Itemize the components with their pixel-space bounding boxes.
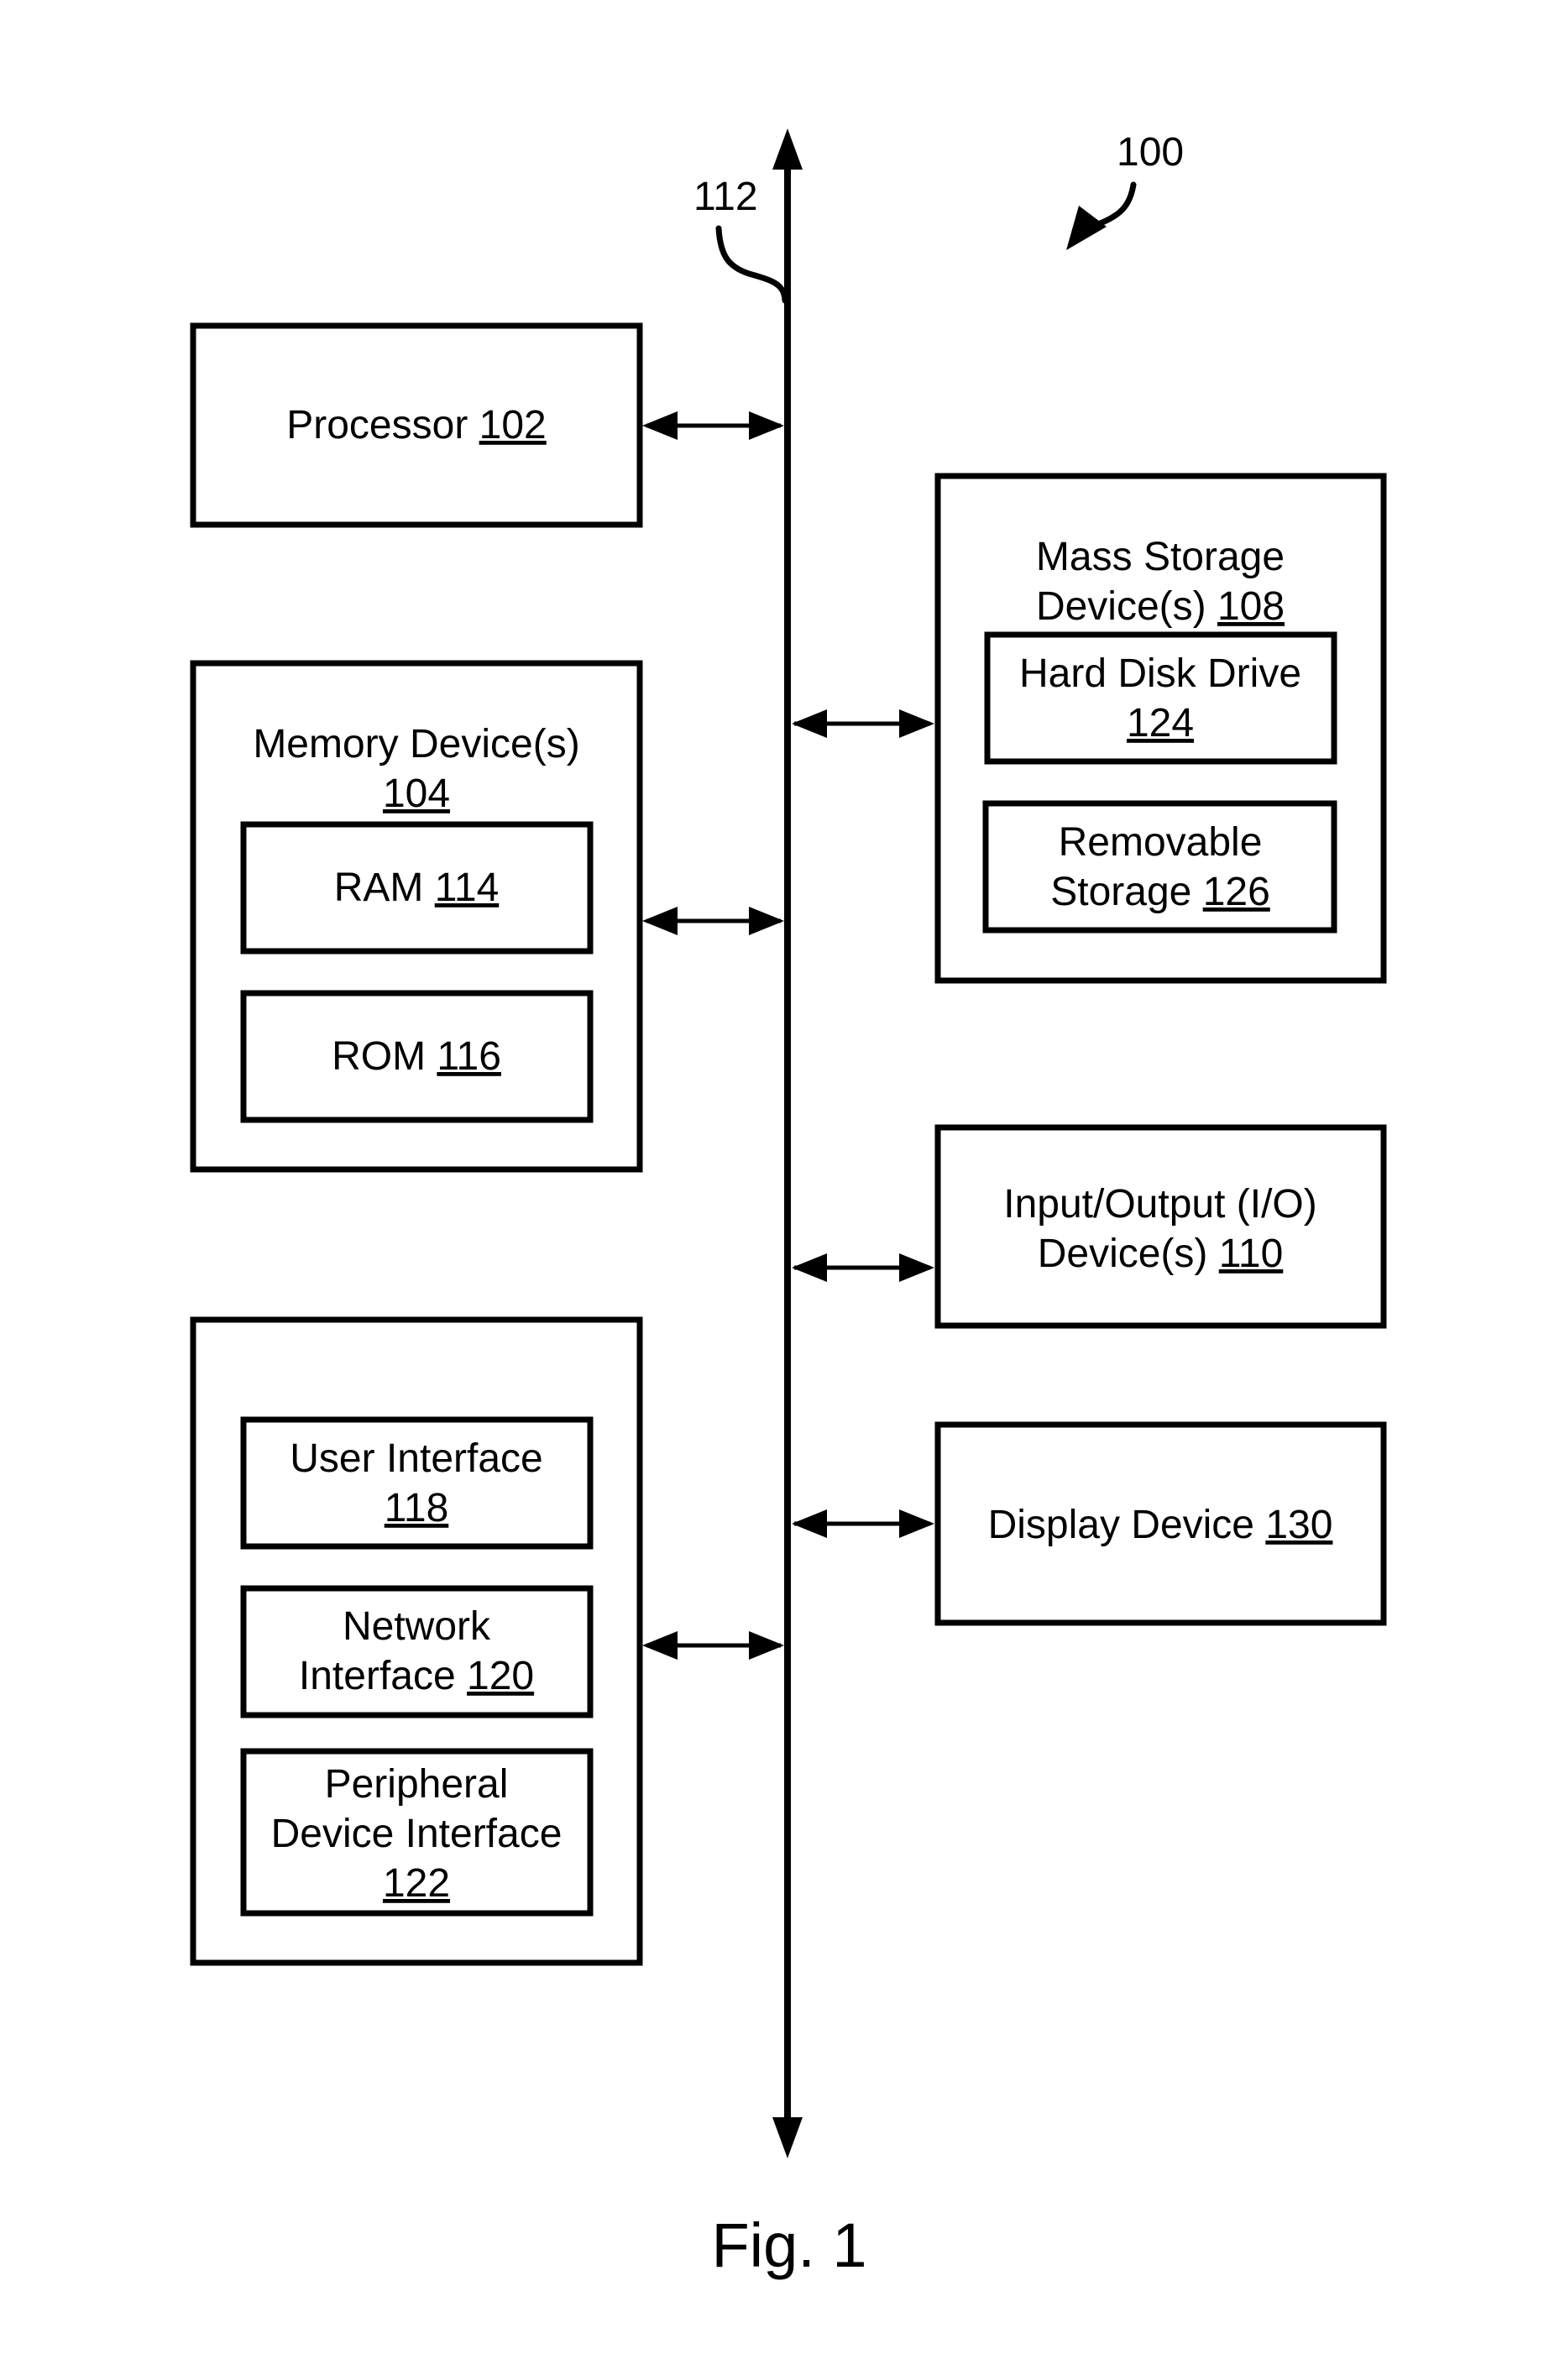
mass-storage-bus-connector [792,709,934,738]
arrow-right-icon [749,907,784,935]
memory-bus-connector [642,907,784,935]
removable-storage-ref: 126 [1203,870,1270,914]
hdd-label: Hard Disk Drive [1019,651,1301,696]
arrow-right-icon [749,411,784,440]
display-block: Display Device 130 [934,1421,1387,1626]
memory-ref: 104 [383,772,450,816]
arrow-left-icon [642,411,678,440]
bus-leader-line [715,225,788,304]
bus-arrow-up-icon [772,128,803,170]
io-line1: Input/Output (I/O) [1003,1182,1317,1227]
network-interface-line2: Interface 120 [299,1654,534,1698]
arrow-right-icon [899,1509,934,1538]
display-bus-connector [792,1509,934,1538]
arrow-left-icon [642,1631,678,1660]
ram-label: RAM 114 [334,866,500,910]
io-block: Input/Output (I/O) Device(s) 110 [934,1124,1387,1329]
figure-caption: Fig. 1 [711,2210,866,2280]
arrow-left-icon [792,1253,827,1282]
mass-storage-line2: Device(s) 108 [1036,584,1285,629]
user-interface-ref: 118 [385,1486,449,1530]
interfaces-block: User Interface 118 Network Interface 120… [190,1316,643,1966]
arrow-right-icon [899,1253,934,1282]
arrow-right-icon [749,1631,784,1660]
rom-ref: 116 [437,1034,501,1079]
removable-storage-line1: Removable [1059,820,1263,865]
bus-ref-label: 112 [693,175,758,219]
hdd-ref: 124 [1127,701,1194,745]
user-interface-label: User Interface [290,1436,542,1481]
memory-block: Memory Device(s) 104 RAM 114 ROM 116 [190,660,643,1173]
io-bus-connector [792,1253,934,1282]
arrow-left-icon [792,1509,827,1538]
network-interface-ref: 120 [467,1654,534,1698]
block-diagram: 112 100 Processor 102 Memory Device(s) 1… [190,128,1387,2280]
arrow-right-icon [899,709,934,738]
memory-title: Memory Device(s) [253,722,579,766]
ram-ref: 114 [435,866,500,910]
io-box [934,1124,1387,1329]
network-interface-line1: Network [343,1604,491,1649]
bus-arrow-down-icon [772,2117,803,2158]
peripheral-interface-line2: Device Interface [271,1812,563,1856]
processor-ref: 102 [479,403,547,447]
mass-storage-block: Mass Storage Device(s) 108 Hard Disk Dri… [934,473,1387,984]
peripheral-interface-ref: 122 [383,1861,450,1906]
system-bus: 112 [693,128,803,2158]
display-label: Display Device 130 [988,1503,1333,1547]
system-ref-label: 100 [1117,130,1184,175]
system-ref: 100 [1066,130,1184,250]
io-line2: Device(s) 110 [1038,1232,1284,1276]
interfaces-bus-connector [642,1631,784,1660]
arrow-left-icon [642,907,678,935]
mass-storage-ref: 108 [1217,584,1285,629]
processor-bus-connector [642,411,784,440]
arrow-left-icon [792,709,827,738]
mass-storage-line1: Mass Storage [1036,535,1285,579]
rom-label: ROM 116 [332,1034,501,1079]
display-ref: 130 [1265,1503,1332,1547]
io-ref: 110 [1219,1232,1284,1276]
processor-block: Processor 102 [190,322,643,528]
peripheral-interface-line1: Peripheral [325,1762,509,1807]
processor-label: Processor 102 [286,403,547,447]
system-ref-arrow-icon [1066,206,1107,250]
removable-storage-line2: Storage 126 [1050,870,1270,914]
